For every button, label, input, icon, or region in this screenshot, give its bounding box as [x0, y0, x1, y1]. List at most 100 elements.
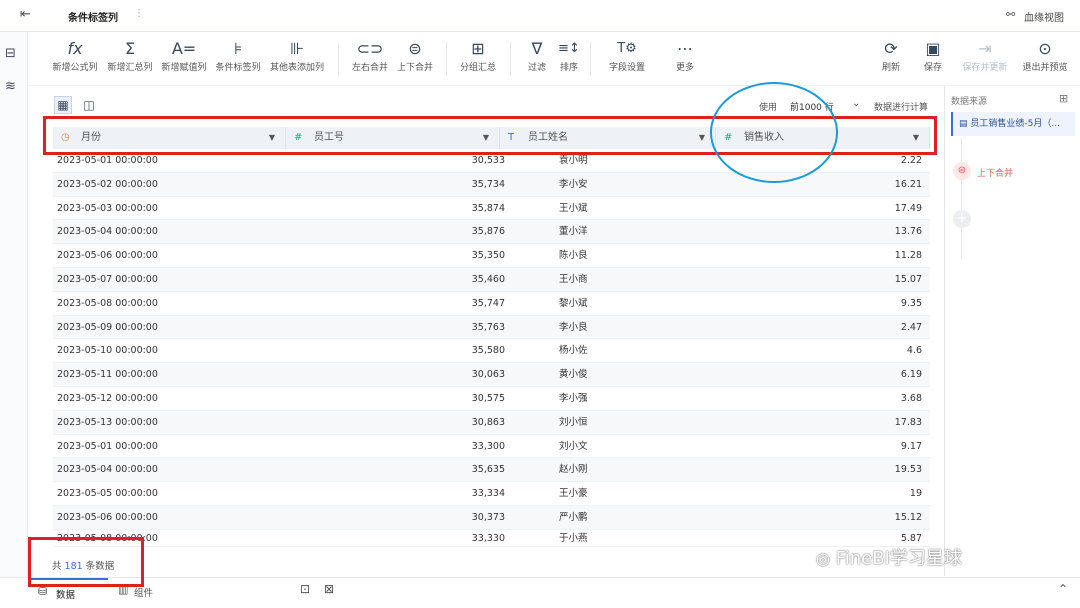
collapse-up-icon[interactable]: ⌃ — [1058, 582, 1068, 596]
cell-month: 2023-05-13 00:00:00 — [57, 416, 158, 428]
lineage-view-button[interactable]: 血缘视图 — [1024, 9, 1064, 24]
relation-icon[interactable]: ≋ — [5, 79, 16, 94]
tool-label: 过滤 — [527, 63, 546, 73]
panel-layout-icon[interactable]: ⊞ — [1059, 92, 1068, 105]
refresh-button[interactable]: ⟳ 刷新 — [876, 38, 906, 82]
table-row[interactable]: 2023-05-10 00:00:00 35,580 杨小佐 4.6 — [53, 339, 930, 364]
toolbar: fx 新增公式列 Σ 新增汇总列 A= 新增赋值列 ⊧ 条件标签列 ⊪ 其他表添… — [28, 32, 1080, 86]
cell-sales: 19 — [909, 488, 922, 500]
add-summary-column-button[interactable]: Σ 新增汇总列 — [105, 38, 155, 82]
cell-employee-id: 35,635 — [471, 464, 505, 476]
table-row[interactable]: 2023-05-13 00:00:00 30,863 刘小恒 17.83 — [53, 410, 930, 435]
cell-sales: 13.76 — [894, 226, 922, 238]
table-row[interactable]: 2023-05-11 00:00:00 30,063 黄小俊 6.19 — [53, 363, 930, 387]
save-icon: ▣ — [925, 39, 941, 58]
tool-label: 字段设置 — [608, 63, 645, 73]
tool-label: 新增汇总列 — [107, 63, 153, 73]
more-button[interactable]: ⋯ 更多 — [668, 38, 702, 82]
refresh-icon: ⟳ — [884, 39, 898, 58]
add-assign-column-button[interactable]: A= 新增赋值列 — [159, 38, 209, 82]
left-rail: ⊟ › ≋ — [0, 32, 33, 577]
tab-title[interactable]: 条件标签列 — [68, 9, 118, 24]
sort-icon: ≡↕ — [558, 41, 580, 56]
add-step-icon[interactable]: + — [953, 210, 971, 228]
group-summary-icon: ⊞ — [471, 39, 485, 58]
field-settings-button[interactable]: T⚙ 字段设置 — [602, 38, 652, 82]
cell-employee-id: 30,575 — [471, 393, 505, 404]
tool-label: 其他表添加列 — [269, 63, 324, 73]
cell-employee-id: 35,874 — [471, 202, 505, 214]
cell-sales: 9.17 — [900, 440, 922, 452]
watermark-text: FineBI学习星球 — [835, 548, 962, 569]
group-summary-button[interactable]: ⊞ 分组汇总 — [456, 38, 500, 82]
left-right-merge-icon: ⊂⊃ — [356, 39, 384, 58]
save-button[interactable]: ▣ 保存 — [918, 38, 948, 82]
table-row[interactable]: 2023-05-08 00:00:00 33,330 于小燕 5.87 — [53, 529, 930, 547]
table-row[interactable]: 2023-05-04 00:00:00 35,876 董小洋 13.76 — [53, 220, 930, 245]
sigma-icon: Σ — [124, 39, 136, 58]
watermark: ◎ FineBI学习星球 — [816, 544, 962, 574]
tab-label: 组件 — [134, 588, 154, 599]
table-row[interactable]: 2023-05-06 00:00:00 30,373 严小鹏 15.12 — [53, 506, 930, 530]
tool-label: 更多 — [675, 63, 694, 73]
tool-label: 排序 — [559, 63, 578, 73]
table-row[interactable]: 2023-05-01 00:00:00 33,300 刘小文 9.17 — [53, 434, 930, 459]
cell-month: 2023-05-04 00:00:00 — [57, 226, 158, 238]
filter-button[interactable]: ∇ 过滤 — [520, 38, 554, 82]
condition-tag-column-button[interactable]: ⊧ 条件标签列 — [213, 38, 263, 82]
save-update-icon: ⇥ — [978, 39, 992, 58]
cell-sales: 2.47 — [900, 321, 922, 333]
cell-month: 2023-05-06 00:00:00 — [57, 250, 158, 262]
cell-month: 2023-05-07 00:00:00 — [57, 274, 158, 285]
cell-sales: 17.49 — [894, 202, 922, 214]
cell-employee-id: 30,863 — [471, 416, 505, 428]
lineage-icon[interactable]: ⚯ — [1006, 8, 1015, 21]
sort-button[interactable]: ≡↕ 排序 — [554, 38, 584, 82]
cell-sales: 17.83 — [894, 416, 922, 428]
grid-footer — [40, 547, 940, 577]
table-row[interactable]: 2023-05-12 00:00:00 30,575 李小强 3.68 — [53, 387, 930, 411]
cell-month: 2023-05-08 00:00:00 — [57, 297, 158, 309]
merge-step-label[interactable]: 上下合并 — [977, 166, 1013, 179]
add-column-from-table-button[interactable]: ⊪ 其他表添加列 — [266, 38, 328, 82]
up-down-merge-icon: ⊜ — [408, 39, 422, 58]
table-row[interactable]: 2023-05-07 00:00:00 35,460 王小商 15.07 — [53, 268, 930, 292]
tool-label: 保存 — [923, 63, 942, 73]
cell-month: 2023-05-11 00:00:00 — [57, 369, 158, 381]
cell-employee-id: 35,876 — [471, 226, 505, 238]
add-sheet-icon[interactable]: ⊡ — [300, 582, 310, 596]
cell-month: 2023-05-06 00:00:00 — [57, 512, 158, 523]
table-row[interactable]: 2023-05-03 00:00:00 35,874 王小斌 17.49 — [53, 196, 930, 221]
cell-employee-id: 35,747 — [471, 297, 505, 309]
cell-sales: 15.12 — [894, 512, 922, 523]
cell-employee-id: 30,373 — [471, 512, 505, 523]
collapse-panel-icon[interactable]: ⇤ — [20, 7, 31, 22]
table-row[interactable]: 2023-05-05 00:00:00 33,334 王小豪 19 — [53, 482, 930, 506]
tab-more-icon[interactable]: ⋮ — [134, 8, 144, 19]
exit-and-preview-button[interactable]: ⊙ 退出并预览 — [1020, 38, 1070, 82]
cell-month: 2023-05-04 00:00:00 — [57, 464, 158, 476]
tool-label: 分组汇总 — [459, 63, 496, 73]
top-bar: ⇤ 条件标签列 ⋮ ⚯ 血缘视图 — [0, 0, 1080, 32]
table-row[interactable]: 2023-05-04 00:00:00 35,635 赵小刚 19.53 — [53, 458, 930, 483]
cell-month: 2023-05-10 00:00:00 — [57, 345, 158, 357]
tool-label: 上下合并 — [396, 63, 433, 73]
toolbar-divider — [510, 42, 511, 76]
table-row[interactable]: 2023-05-09 00:00:00 35,763 李小良 2.47 — [53, 315, 930, 340]
cell-month: 2023-05-09 00:00:00 — [57, 321, 158, 333]
source-name: 员工销售业绩-5月（... — [970, 119, 1060, 129]
toolbar-divider — [338, 42, 339, 76]
up-down-merge-button[interactable]: ⊜ 上下合并 — [393, 38, 437, 82]
table-row[interactable]: 2023-05-08 00:00:00 35,747 黎小斌 9.35 — [53, 291, 930, 316]
add-formula-column-button[interactable]: fx 新增公式列 — [50, 38, 100, 82]
left-right-merge-button[interactable]: ⊂⊃ 左右合并 — [348, 38, 392, 82]
save-and-update-button[interactable]: ⇥ 保存并更新 — [958, 38, 1012, 82]
dataset-icon[interactable]: ⊟ — [5, 46, 16, 61]
bottom-bar: ⛁ 数据 ▥ 组件 ⊡ ⊠ ⌃ — [0, 577, 1080, 608]
wechat-icon: ◎ — [816, 549, 830, 568]
add-dashboard-icon[interactable]: ⊠ — [324, 582, 334, 596]
table-row[interactable]: 2023-05-06 00:00:00 35,350 陈小良 11.28 — [53, 244, 930, 268]
source-node[interactable]: ▤ 员工销售业绩-5月（... — [951, 112, 1075, 136]
cell-sales: 4.6 — [906, 345, 922, 357]
cell-month: 2023-05-01 00:00:00 — [57, 440, 158, 452]
